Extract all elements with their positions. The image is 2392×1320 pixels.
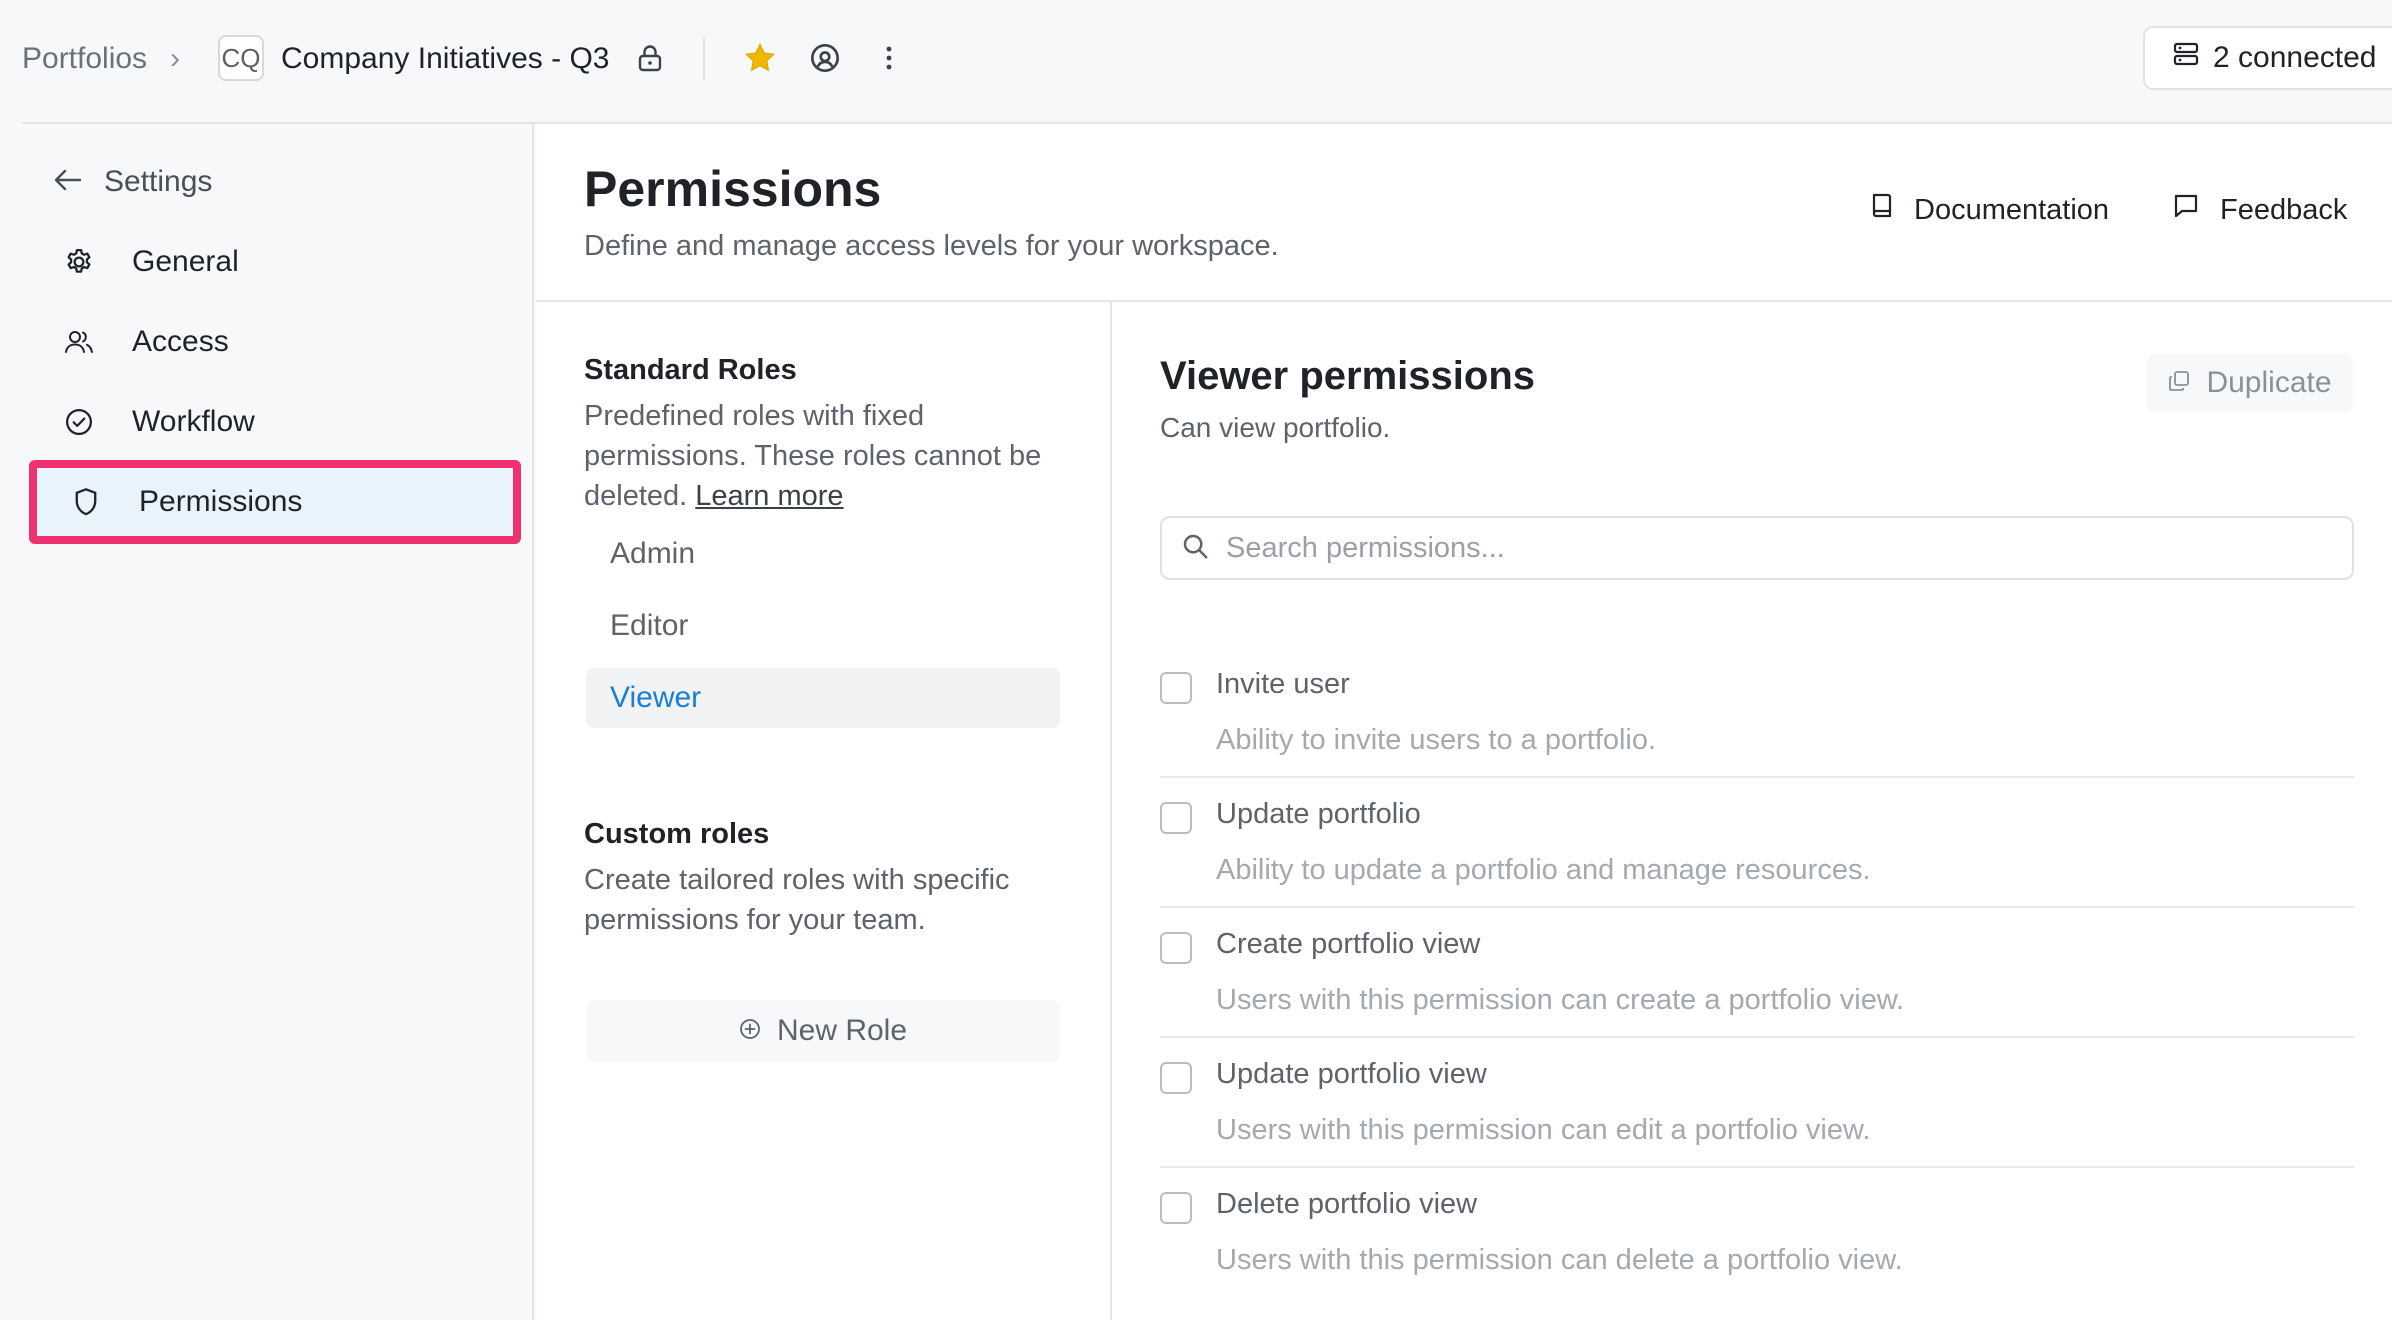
copy-icon	[2168, 366, 2190, 400]
documentation-link[interactable]: Documentation	[1870, 186, 2109, 234]
permission-row: Delete portfolio view Users with this pe…	[1160, 1168, 2354, 1298]
book-icon	[1870, 192, 1894, 228]
lock-icon[interactable]	[630, 38, 670, 78]
sidebar-item-label: Workflow	[132, 405, 255, 438]
permission-row: Invite user Ability to invite users to a…	[1160, 648, 2354, 778]
duplicate-label: Duplicate	[2206, 366, 2332, 399]
search-icon	[1180, 531, 1210, 566]
settings-back-link[interactable]: Settings	[54, 154, 212, 210]
documentation-label: Documentation	[1914, 193, 2110, 226]
learn-more-link[interactable]: Learn more	[695, 480, 843, 512]
role-item-viewer[interactable]: Viewer	[586, 668, 1060, 728]
role-item-admin[interactable]: Admin	[586, 524, 1060, 584]
permission-description: Users with this permission can create a …	[1216, 984, 1905, 1016]
sidebar-item-access[interactable]: Access	[40, 310, 508, 374]
sidebar-item-workflow[interactable]: Workflow	[40, 390, 508, 454]
sidebar-item-label: Permissions	[139, 485, 303, 518]
connected-button[interactable]: 2 connected	[2143, 26, 2392, 90]
settings-back-label: Settings	[104, 165, 213, 198]
page-title: Permissions	[584, 161, 882, 217]
sidebar-item-permissions[interactable]: Permissions	[29, 460, 521, 544]
users-icon	[62, 325, 96, 359]
permission-checkbox[interactable]	[1160, 932, 1192, 964]
workspace-name[interactable]: Company Initiatives - Q3	[281, 0, 609, 118]
settings-sidebar: Settings General Access Workflow Permiss…	[0, 124, 534, 1320]
message-square-icon	[2172, 192, 2200, 228]
roles-panel: Standard Roles Predefined roles with fix…	[536, 302, 1112, 1320]
toolbar-divider	[703, 38, 705, 80]
main-content: Permissions Define and manage access lev…	[536, 124, 2392, 1320]
at-sign-icon[interactable]	[805, 38, 845, 78]
check-circle-icon	[62, 405, 96, 439]
search-box	[1160, 516, 2354, 580]
permission-checkbox[interactable]	[1160, 672, 1192, 704]
arrow-left-icon	[54, 165, 82, 199]
permissions-subtitle: Can view portfolio.	[1160, 412, 1391, 443]
page-subtitle: Define and manage access levels for your…	[584, 230, 1279, 262]
sidebar-item-label: Access	[132, 325, 229, 358]
permission-name: Delete portfolio view	[1216, 1188, 1478, 1220]
workspace-badge: CQ	[218, 35, 264, 81]
star-icon[interactable]	[740, 38, 780, 78]
permission-checkbox[interactable]	[1160, 1062, 1192, 1094]
more-vertical-icon[interactable]	[869, 38, 909, 78]
permission-description: Users with this permission can edit a po…	[1216, 1114, 1871, 1146]
permission-name: Update portfolio view	[1216, 1058, 1487, 1090]
permission-name: Create portfolio view	[1216, 928, 1481, 960]
breadcrumb-portfolios[interactable]: Portfolios	[22, 0, 147, 118]
permission-row: Update portfolio view Users with this pe…	[1160, 1038, 2354, 1168]
permission-description: Ability to invite users to a portfolio.	[1216, 724, 1657, 756]
feedback-link[interactable]: Feedback	[2172, 186, 2347, 234]
permission-description: Users with this permission can delete a …	[1216, 1244, 1903, 1276]
permission-checkbox[interactable]	[1160, 802, 1192, 834]
chevron-right-icon: ›	[170, 42, 180, 75]
standard-roles-title: Standard Roles	[584, 354, 797, 386]
connected-label: 2 connected	[2213, 41, 2377, 74]
search-input[interactable]	[1226, 531, 2352, 565]
role-item-editor[interactable]: Editor	[586, 596, 1060, 656]
permission-name: Update portfolio	[1216, 798, 1421, 830]
permissions-panel: Viewer permissions Can view portfolio. D…	[1114, 302, 2392, 1320]
sidebar-item-general[interactable]: General	[40, 230, 508, 294]
shield-icon	[69, 485, 103, 519]
feedback-label: Feedback	[2220, 193, 2348, 226]
gear-icon	[62, 245, 96, 279]
sidebar-item-label: General	[132, 245, 239, 278]
top-bar: Portfolios › CQ Company Initiatives - Q3…	[0, 0, 2392, 124]
custom-roles-title: Custom roles	[584, 818, 770, 850]
standard-roles-description: Predefined roles with fixed permissions.…	[584, 396, 1084, 516]
duplicate-button[interactable]: Duplicate	[2147, 354, 2353, 412]
server-icon	[2173, 41, 2199, 75]
permission-checkbox[interactable]	[1160, 1192, 1192, 1224]
new-role-button[interactable]: New Role	[586, 1000, 1060, 1062]
plus-circle-icon	[739, 1014, 761, 1048]
permission-description: Ability to update a portfolio and manage…	[1216, 854, 1871, 886]
new-role-label: New Role	[776, 1014, 908, 1047]
permission-row: Create portfolio view Users with this pe…	[1160, 908, 2354, 1038]
permissions-title: Viewer permissions	[1160, 354, 1535, 398]
custom-roles-description: Create tailored roles with specific perm…	[584, 864, 1010, 936]
permission-name: Invite user	[1216, 668, 1350, 700]
permission-row: Update portfolio Ability to update a por…	[1160, 778, 2354, 908]
